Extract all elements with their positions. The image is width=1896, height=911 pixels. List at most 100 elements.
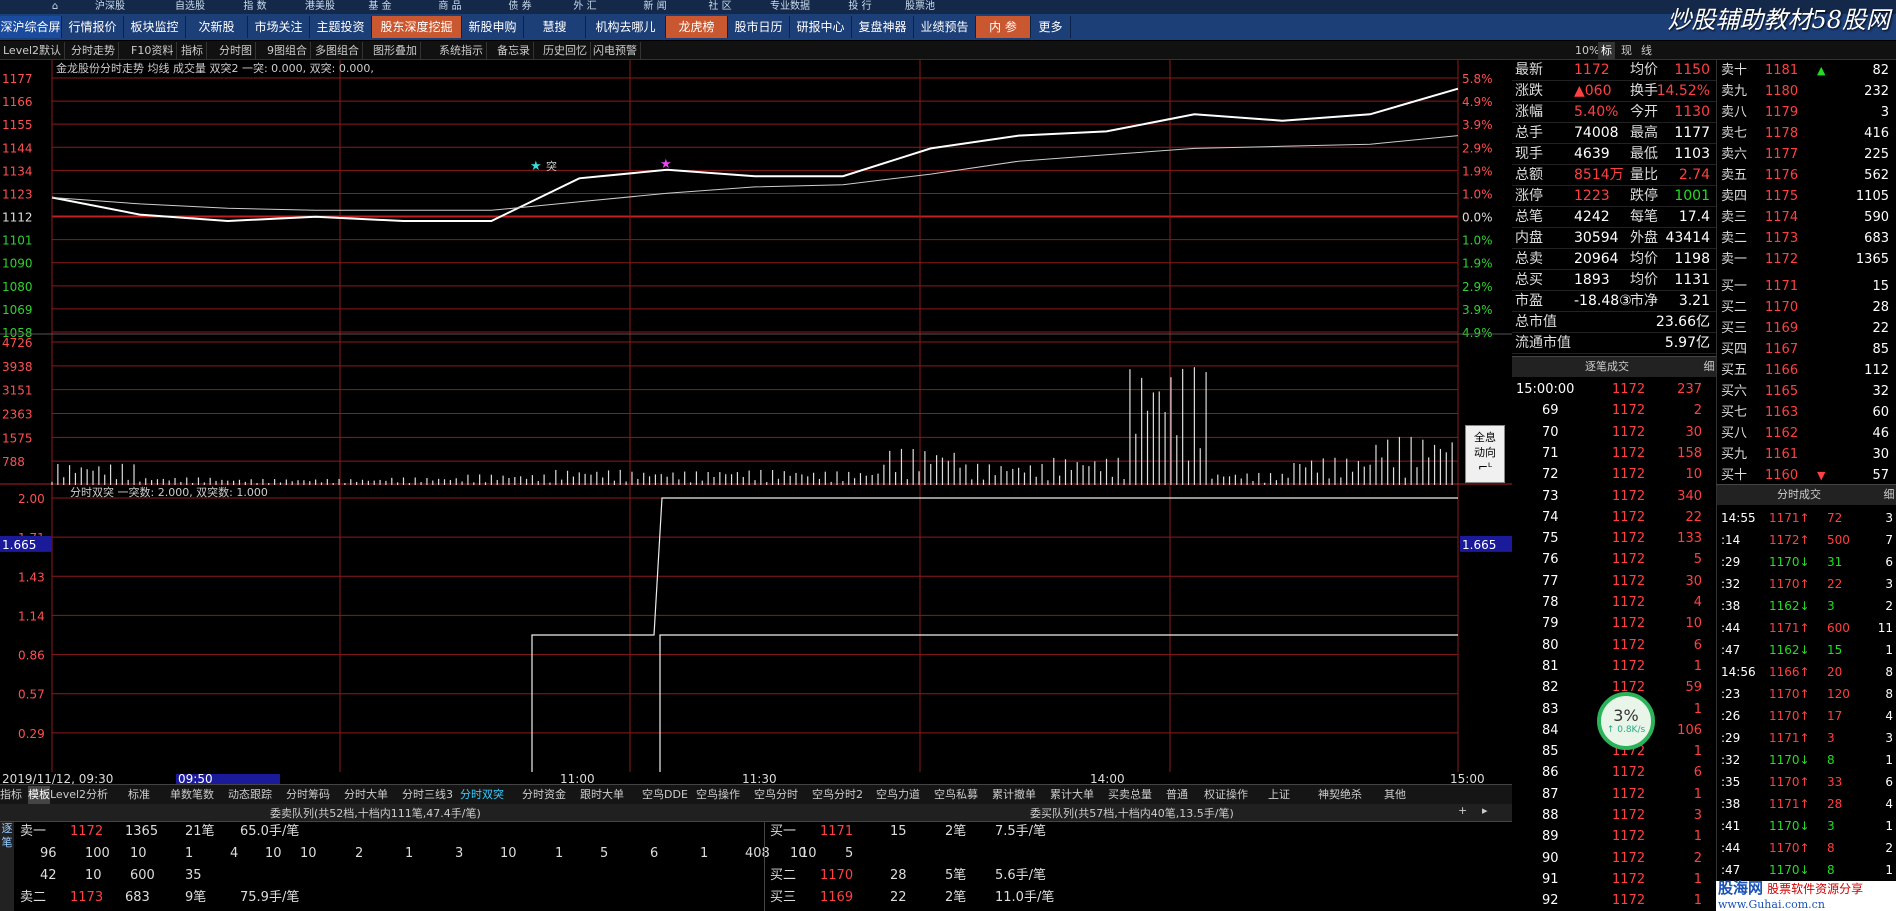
indicator-tab[interactable]: 其他 — [1384, 786, 1406, 804]
nav-item[interactable]: 内 参 — [976, 16, 1031, 38]
indicator-tab[interactable]: 普通 — [1166, 786, 1188, 804]
toolbar-item[interactable]: 多图组合 — [312, 42, 363, 59]
indicator-tab[interactable]: 上证 — [1268, 786, 1290, 804]
queue-cell: 卖一 — [20, 824, 47, 839]
indicator-tab[interactable]: 空鸟私募 — [934, 786, 978, 804]
toolbar-item[interactable]: 系统指示 — [436, 42, 487, 59]
indicator-tab[interactable]: 动态跟踪 — [228, 786, 272, 804]
home-icon[interactable]: ⌂ — [40, 0, 70, 14]
top-menu-item[interactable]: 基 金 — [350, 0, 410, 14]
nav-item[interactable]: 市场关注 — [248, 16, 310, 38]
volume-tick-label: 788 — [2, 455, 25, 469]
indicator-tab[interactable]: 分时资金 — [522, 786, 566, 804]
nav-item[interactable]: 主题投资 — [310, 16, 372, 38]
indicator-tab[interactable]: 买卖总量 — [1108, 786, 1152, 804]
indicator-tab[interactable]: 神契绝杀 — [1318, 786, 1362, 804]
top-menu-item[interactable]: 指 数 — [225, 0, 285, 14]
quote-cell: 总手 — [1515, 125, 1543, 141]
toolbar-item[interactable]: 备忘录 — [494, 42, 534, 59]
toolbar-item[interactable]: 闪电预警 — [590, 42, 641, 59]
nav-item[interactable]: 龙虎榜 — [666, 16, 728, 38]
indicator-tab[interactable]: 分时三线3 — [402, 786, 453, 804]
trade-time: 80 — [1542, 637, 1559, 653]
nav-item[interactable]: 股东深度挖掘 — [372, 16, 462, 38]
right-tab[interactable]: 标 — [1598, 42, 1615, 59]
indicator-tab[interactable]: 分时大单 — [344, 786, 388, 804]
toolbar-item[interactable]: F10资料 — [128, 42, 178, 59]
queue-cell: 11.0手/笔 — [995, 890, 1055, 905]
top-menu-item[interactable]: 债 券 — [490, 0, 550, 14]
indicator-tab[interactable]: 模板 — [28, 786, 50, 804]
book-volume: 85 — [1872, 342, 1889, 357]
top-menu-item[interactable]: 自选股 — [160, 0, 220, 14]
indicator-tab[interactable]: 跟时大单 — [580, 786, 624, 804]
book-label: 卖三 — [1721, 210, 1748, 225]
toolbar-item[interactable]: Level2默认 — [0, 42, 66, 59]
quote-cell: 均价 — [1630, 62, 1658, 78]
indicator-tab[interactable]: 指标 — [0, 786, 22, 804]
quote-cell: 最新 — [1515, 62, 1543, 78]
book-volume: 32 — [1872, 384, 1889, 399]
book-volume: 3 — [1880, 105, 1889, 120]
toolbar-item[interactable]: 图形叠加 — [370, 42, 421, 59]
right-tab[interactable]: 线 — [1638, 42, 1655, 59]
top-menu-item[interactable]: 新 闻 — [625, 0, 685, 14]
tick-volume: 8 — [1827, 753, 1835, 767]
indicator-tab[interactable]: 空鸟DDE — [642, 786, 688, 804]
indicator-tab[interactable]: Level2分析 — [50, 786, 108, 804]
queue-cell: 1170 — [820, 868, 854, 883]
toolbar-item[interactable]: 分时图 — [216, 42, 256, 59]
nav-item[interactable]: 复盘神器 — [852, 16, 914, 38]
indicator-tab[interactable]: 空鸟分时2 — [812, 786, 863, 804]
indicator-tab[interactable]: 空鸟分时 — [754, 786, 798, 804]
queue-cell: 7.5手/笔 — [995, 824, 1047, 839]
top-menu-item[interactable]: 港美股 — [290, 0, 350, 14]
indicator-tab[interactable]: 空鸟操作 — [696, 786, 740, 804]
indicator-tab[interactable]: 分时筹码 — [286, 786, 330, 804]
trade-row: 87 1172 1 — [1512, 784, 1716, 805]
network-speed-badge[interactable]: 3% ↑ 0.8K/s — [1597, 692, 1655, 750]
indicator-tab[interactable]: 标准 — [128, 786, 150, 804]
tick-price: 1166↑ — [1769, 665, 1810, 679]
nav-item[interactable]: 板块监控 — [124, 16, 186, 38]
indicator-tab[interactable]: 累计撤单 — [992, 786, 1036, 804]
right-tab[interactable]: 现 — [1618, 42, 1635, 59]
nav-item[interactable]: 股市日历 — [728, 16, 790, 38]
nav-item[interactable]: 新股申购 — [462, 16, 524, 38]
nav-item[interactable]: 机构去哪儿 — [586, 16, 666, 38]
indicator-tab[interactable]: 空鸟力道 — [876, 786, 920, 804]
next-icon[interactable]: ▸ — [1482, 804, 1488, 817]
indicator-tab[interactable]: 分时双突 — [460, 786, 504, 804]
quanxi-button[interactable]: 全息 动向 ⌐ᴸ — [1465, 425, 1505, 483]
top-menu-item[interactable]: 沪深股 — [80, 0, 140, 14]
top-menu-item[interactable]: 股票池 — [890, 0, 950, 14]
tick-list-title[interactable]: 分时成交 — [1717, 485, 1881, 505]
top-menu-item[interactable]: 社 区 — [690, 0, 750, 14]
top-menu-item[interactable]: 外 汇 — [555, 0, 615, 14]
trade-detail-toggle[interactable]: 细 — [1702, 357, 1716, 377]
nav-item[interactable]: 更多 — [1031, 16, 1071, 38]
top-menu-item[interactable]: 专业数据 — [760, 0, 820, 14]
nav-item[interactable]: 慧搜 — [524, 16, 586, 38]
toolbar-item[interactable]: 分时走势 — [68, 42, 119, 59]
toolbar-item[interactable]: 9图组合 — [264, 42, 311, 59]
indicator-tab[interactable]: 单数笔数 — [170, 786, 214, 804]
indicator-tab[interactable]: 累计大单 — [1050, 786, 1094, 804]
tick-detail-toggle[interactable]: 细 — [1881, 485, 1896, 505]
toolbar-item[interactable]: 历史回忆 — [540, 42, 591, 59]
trade-volume: 59 — [1685, 680, 1702, 696]
indicator-tab[interactable]: 权证操作 — [1204, 786, 1248, 804]
top-menu-item[interactable]: 商 品 — [420, 0, 480, 14]
top-menu-item[interactable]: 投 行 — [830, 0, 890, 14]
trade-price: 1172 — [1612, 829, 1646, 845]
tick-price: 1170↓ — [1769, 753, 1810, 767]
toolbar-item[interactable]: 指标 — [178, 42, 207, 59]
nav-item[interactable]: 次新股 — [186, 16, 248, 38]
queue-cell: 买三 — [770, 890, 797, 905]
trade-list-title[interactable]: 逐笔成交 — [1512, 357, 1702, 377]
nav-item[interactable]: 深沪综合屏 — [0, 16, 62, 38]
nav-item[interactable]: 业绩预告 — [914, 16, 976, 38]
nav-item[interactable]: 研报中心 — [790, 16, 852, 38]
nav-item[interactable]: 行情报价 — [62, 16, 124, 38]
add-icon[interactable]: + — [1458, 804, 1467, 817]
